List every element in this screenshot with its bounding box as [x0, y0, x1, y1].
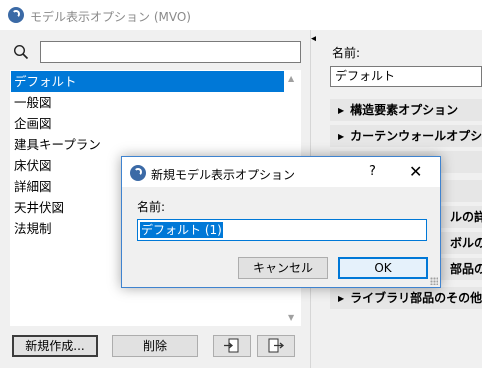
dialog-titlebar: 新規モデル表示オプション ? ✕ [122, 157, 440, 187]
window-title: モデル表示オプション (MVO) [30, 10, 191, 24]
window-titlebar: モデル表示オプション (MVO) [0, 0, 482, 30]
dialog-name-value: デフォルト (1) [140, 222, 223, 238]
search-icon [13, 44, 29, 60]
section-structure-options[interactable]: ▶ 構造要素オプション [330, 99, 482, 121]
cancel-button[interactable]: キャンセル [238, 257, 328, 279]
section-library-part-other[interactable]: ▶ライブラリ部品のその他の詳 [330, 287, 482, 309]
close-icon[interactable]: ✕ [409, 162, 422, 181]
delete-button[interactable]: 削除 [112, 335, 198, 357]
resize-grip[interactable] [430, 277, 438, 285]
new-mvo-dialog: 新規モデル表示オプション ? ✕ 名前: デフォルト (1) キャンセル OK [121, 156, 441, 288]
import-icon [224, 338, 239, 353]
app-icon [130, 165, 146, 181]
export-button[interactable] [257, 335, 295, 357]
dialog-title: 新規モデル表示オプション [151, 168, 296, 182]
dialog-name-input[interactable]: デフォルト (1) [137, 219, 427, 241]
ok-button[interactable]: OK [338, 257, 428, 279]
name-field[interactable]: デフォルト [330, 66, 482, 87]
import-button[interactable] [213, 335, 251, 357]
section-curtain-wall-options[interactable]: ▶カーテンウォールオプション [330, 125, 482, 147]
list-item[interactable]: デフォルト [11, 71, 286, 92]
dialog-name-label: 名前: [137, 200, 166, 214]
list-item[interactable]: 企画図 [11, 113, 286, 134]
scroll-down-icon[interactable]: ▼ [288, 313, 294, 322]
help-icon[interactable]: ? [369, 164, 376, 179]
export-icon [268, 338, 285, 353]
expand-icon: ▶ [338, 106, 345, 115]
scroll-up-icon[interactable]: ▲ [288, 74, 294, 83]
list-item[interactable]: 建具キープラン [11, 134, 286, 155]
new-button[interactable]: 新規作成... [12, 335, 98, 357]
search-input[interactable] [40, 41, 301, 63]
name-label: 名前: [332, 46, 361, 60]
app-icon [8, 7, 24, 23]
list-item[interactable]: 一般図 [11, 92, 286, 113]
expand-icon: ▶ [338, 132, 345, 141]
expand-icon: ▶ [338, 294, 345, 303]
